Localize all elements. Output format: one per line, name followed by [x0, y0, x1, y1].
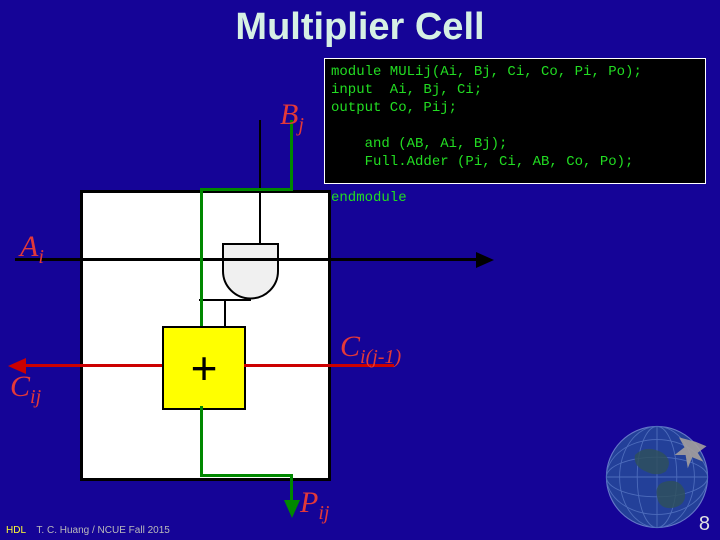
- label-ai: Ai: [20, 230, 44, 269]
- page-number: 8: [699, 513, 710, 536]
- wire-ai-out: [238, 258, 478, 261]
- full-adder-box: +: [162, 326, 246, 410]
- and-gate-icon: [223, 244, 278, 299]
- footer: HDL T. C. Huang / NCUE Fall 2015: [6, 525, 170, 536]
- footer-hdl: HDL: [6, 525, 26, 536]
- wire-pout-v1: [200, 406, 203, 476]
- wire-and-h: [199, 299, 251, 301]
- footer-credit: T. C. Huang / NCUE Fall 2015: [36, 525, 169, 536]
- wire-pin-v: [200, 188, 203, 326]
- label-bj: Bj: [280, 98, 304, 137]
- wire-cout: [22, 364, 162, 367]
- arrow-pout-down: [283, 500, 301, 523]
- globe-icon: [602, 422, 712, 532]
- page-title: Multiplier Cell: [0, 6, 720, 49]
- wire-pout-h: [200, 474, 293, 477]
- arrow-ai-right: [476, 251, 494, 274]
- wire-and-out: [224, 299, 226, 326]
- wire-ai: [15, 258, 238, 261]
- verilog-code: module MULij(Ai, Bj, Ci, Co, Pi, Po); in…: [324, 58, 706, 184]
- wire-pin-h: [200, 188, 293, 191]
- plus-symbol: +: [191, 341, 218, 395]
- label-pij: Pij: [300, 486, 329, 525]
- label-cij: Cij: [10, 370, 41, 409]
- label-ci-jm1: Ci(j-1): [340, 330, 401, 369]
- wire-bj: [259, 120, 261, 244]
